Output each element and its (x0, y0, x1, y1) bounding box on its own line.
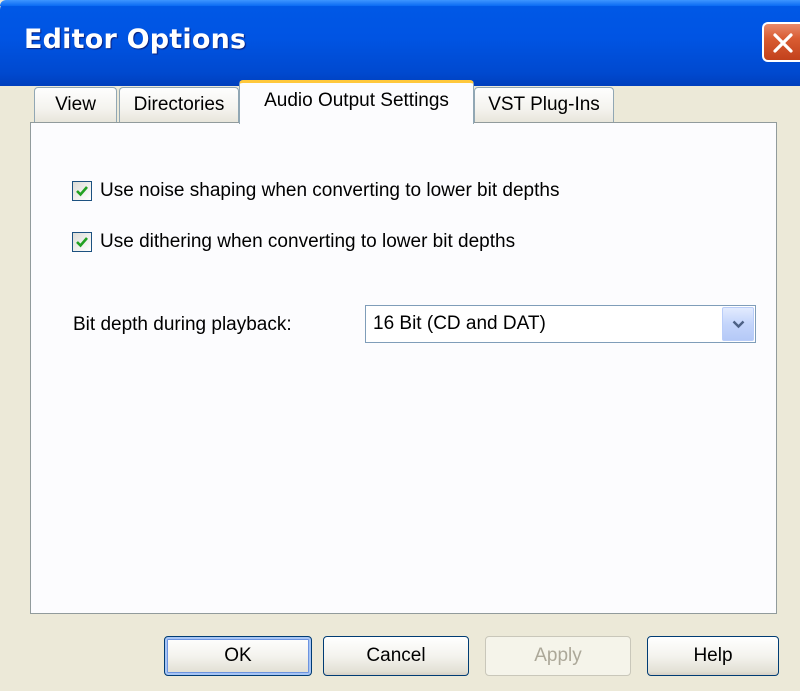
help-button[interactable]: Help (647, 636, 779, 676)
bit-depth-label: Bit depth during playback: (73, 314, 292, 335)
dithering-label: Use dithering when converting to lower b… (100, 231, 516, 252)
tab-audio-output-settings[interactable]: Audio Output Settings (239, 80, 474, 124)
close-icon (773, 33, 793, 53)
checkmark-icon (76, 237, 88, 248)
checkmark-icon (76, 186, 88, 197)
bit-depth-select[interactable]: 16 Bit (CD and DAT) (365, 305, 756, 343)
chevron-down-icon (732, 320, 745, 329)
dithering-checkbox[interactable] (72, 232, 92, 252)
ok-button[interactable]: OK (164, 636, 312, 676)
dithering-option[interactable]: Use dithering when converting to lower b… (72, 230, 515, 254)
noise-shaping-checkbox[interactable] (72, 181, 92, 201)
noise-shaping-label: Use noise shaping when converting to low… (100, 180, 560, 201)
tab-view[interactable]: View (34, 87, 117, 123)
title-bar[interactable]: Editor Options (0, 0, 800, 86)
tab-vst-plug-ins[interactable]: VST Plug-Ins (474, 87, 614, 123)
apply-button[interactable]: Apply (485, 636, 631, 676)
window-title: Editor Options (24, 24, 247, 55)
noise-shaping-option[interactable]: Use noise shaping when converting to low… (72, 179, 559, 203)
bit-depth-value: 16 Bit (CD and DAT) (373, 313, 546, 334)
tab-directories[interactable]: Directories (119, 87, 239, 123)
cancel-button[interactable]: Cancel (323, 636, 469, 676)
close-button[interactable] (762, 22, 800, 62)
editor-options-dialog: Editor Options View Directories Audio Ou… (0, 0, 800, 691)
dropdown-button[interactable] (722, 307, 754, 341)
